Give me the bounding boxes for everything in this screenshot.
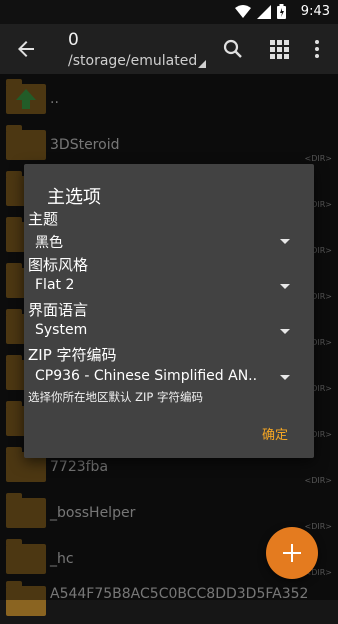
back-arrow-icon[interactable]: [14, 37, 38, 61]
icon-style-select-value: Flat 2: [35, 277, 75, 293]
ui-language-label: 界面语言: [28, 301, 89, 319]
zip-encoding-select-value: CP936 - Chinese Simplified AN..: [35, 368, 258, 384]
grid-view-icon[interactable]: [267, 37, 291, 61]
add-fab-button[interactable]: [266, 527, 318, 579]
theme-label: 主题: [28, 210, 59, 228]
search-icon[interactable]: [221, 37, 245, 61]
battery-icon: [277, 4, 286, 19]
dropdown-arrow-icon: [280, 284, 290, 289]
path-dropdown-icon[interactable]: [198, 60, 206, 68]
wifi-icon: [235, 4, 251, 18]
app-bar: 0 /storage/emulated: [0, 24, 338, 74]
zip-encoding-hint: 选择你所在地区默认 ZIP 字符编码: [28, 390, 204, 404]
status-icons: [235, 4, 286, 19]
dropdown-arrow-icon: [280, 375, 290, 380]
path-breadcrumb[interactable]: /storage/emulated: [68, 53, 197, 69]
cellular-icon: [257, 4, 271, 19]
icon-style-label: 图标风格: [28, 256, 89, 274]
page-title: 0: [68, 30, 79, 50]
ok-button[interactable]: 确定: [262, 424, 288, 443]
theme-select-value: 黑色: [35, 235, 63, 251]
more-vert-icon[interactable]: [305, 37, 329, 61]
dialog-title: 主选项: [47, 187, 101, 208]
dropdown-arrow-icon: [280, 239, 290, 244]
main-options-dialog: 主选项 主题 黑色 图标风格 Flat 2 界面语言 System ZIP 字符…: [24, 164, 314, 458]
zip-encoding-label: ZIP 字符编码: [28, 346, 117, 364]
ui-language-select-value: System: [35, 322, 88, 338]
clock: 9:43: [300, 4, 330, 19]
status-bar: 9:43: [0, 0, 338, 24]
dropdown-arrow-icon: [280, 329, 290, 334]
